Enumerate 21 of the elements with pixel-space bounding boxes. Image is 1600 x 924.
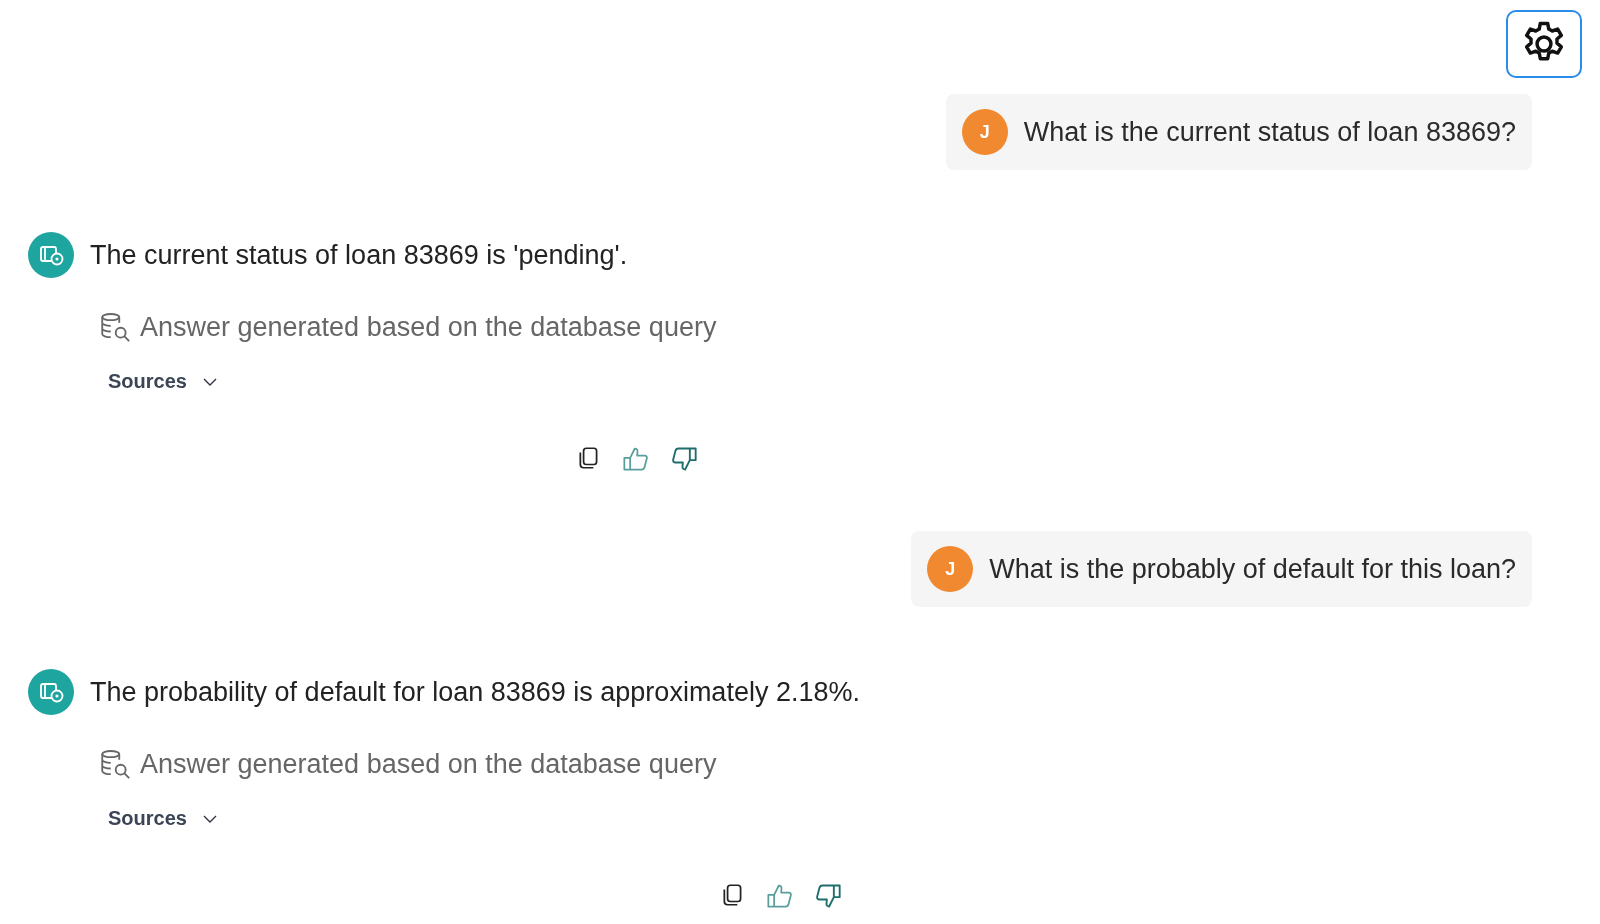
chevron-icon xyxy=(202,813,217,824)
user-avatar: J xyxy=(927,546,974,592)
user-avatar: J xyxy=(961,109,1008,155)
settings-button[interactable] xyxy=(1506,10,1582,78)
assistant-message: The current status of loan 83869 is 'pending'. xyxy=(90,239,628,271)
user-message: What is the probably of default for this loan? xyxy=(989,553,1516,585)
answer-source-note: Answer generated based on the database query xyxy=(140,748,717,780)
database-search-icon xyxy=(98,747,132,781)
bot-avatar-icon xyxy=(28,669,74,715)
sources-toggle[interactable]: Sources xyxy=(104,366,221,397)
answer-source-note: Answer generated based on the database query xyxy=(140,311,717,343)
assistant-message: The probability of default for loan 83869 is approximately 2.18%. xyxy=(90,676,860,708)
chevron-icon xyxy=(202,376,217,387)
thumbs-down-icon xyxy=(670,445,699,473)
thumbs-up-icon xyxy=(765,882,794,910)
bot-avatar-icon xyxy=(28,232,74,278)
thumbs-up-icon xyxy=(622,445,651,473)
thumbs-down-icon xyxy=(813,882,842,910)
database-search-icon xyxy=(98,310,132,344)
user-message: What is the current status of loan 83869? xyxy=(1023,116,1516,148)
sources-toggle[interactable]: Sources xyxy=(104,803,221,834)
